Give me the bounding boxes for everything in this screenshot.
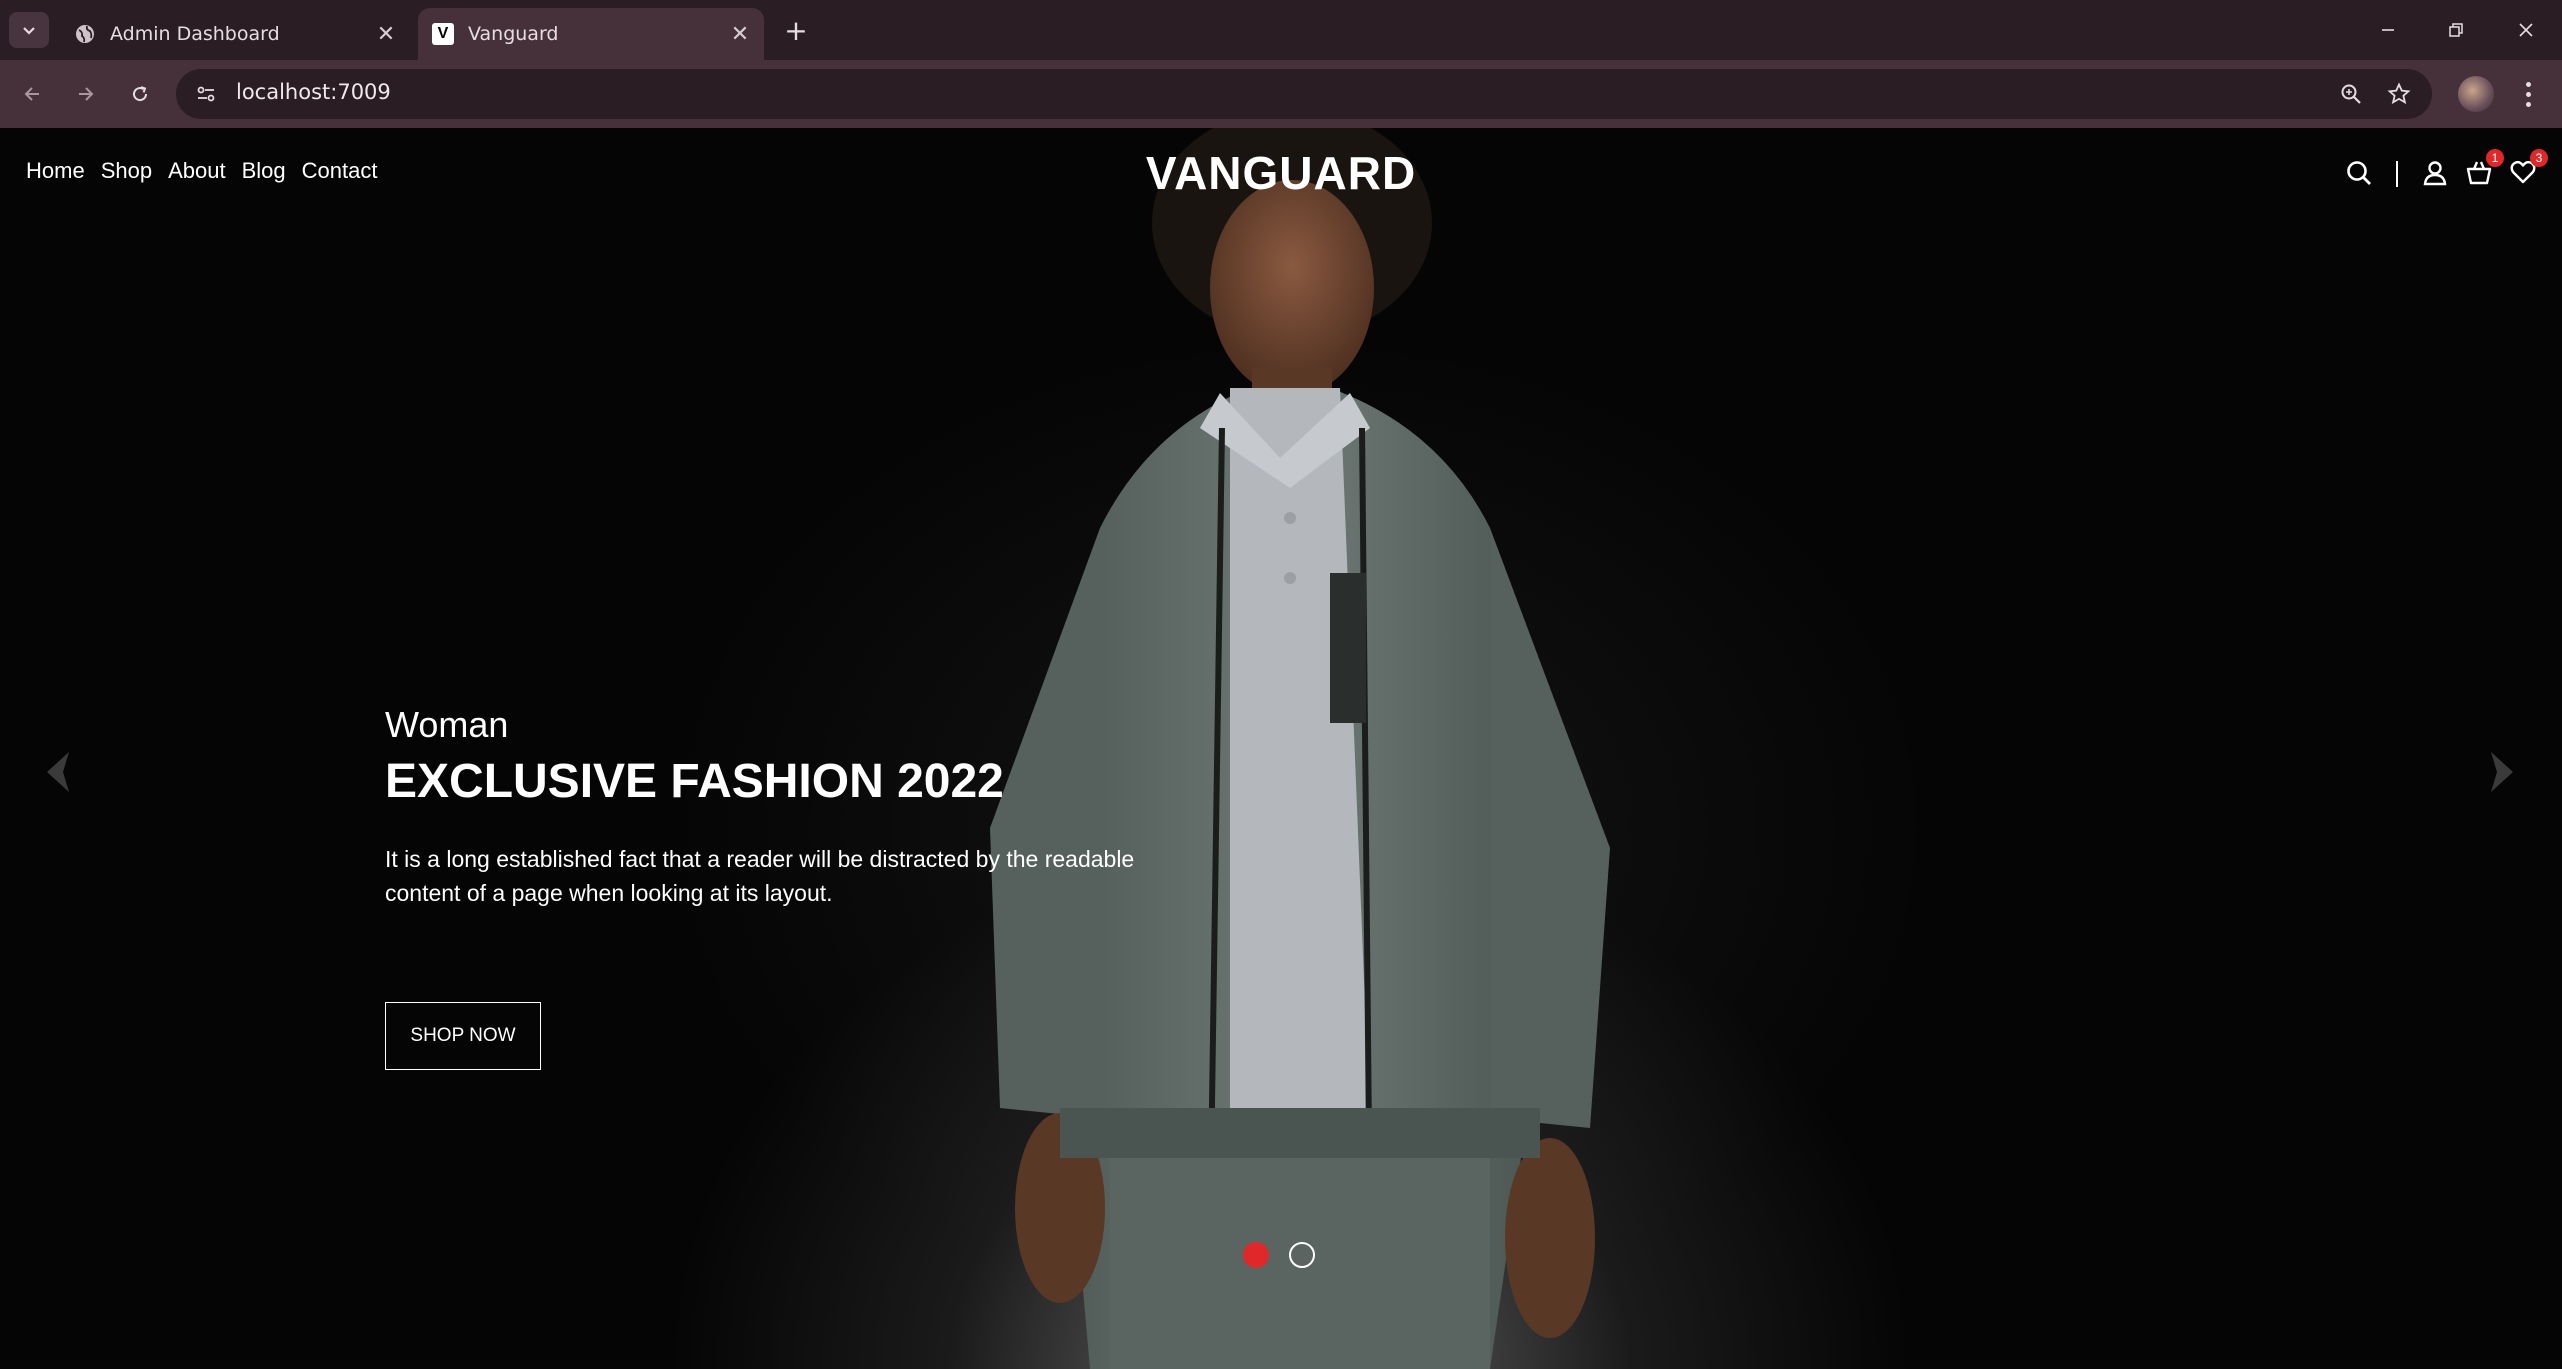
nav-about[interactable]: About: [168, 158, 226, 184]
close-icon[interactable]: ✕: [726, 22, 754, 47]
heart-icon[interactable]: 3: [2506, 149, 2548, 189]
nav-shop[interactable]: Shop: [101, 158, 152, 184]
cart-count-badge: 1: [2486, 149, 2504, 167]
hero-description: It is a long established fact that a rea…: [385, 846, 1135, 906]
close-window-button[interactable]: [2496, 10, 2556, 50]
address-bar[interactable]: localhost:7009: [176, 69, 2432, 119]
user-icon[interactable]: [2418, 156, 2452, 190]
nav-blog[interactable]: Blog: [242, 158, 286, 184]
minimize-button[interactable]: [2358, 10, 2418, 50]
minimize-icon: [2382, 29, 2394, 31]
slider-prev-button[interactable]: [34, 742, 84, 802]
hero-title: EXCLUSIVE FASHION 2022: [385, 755, 1004, 808]
new-tab-button[interactable]: +: [780, 14, 812, 47]
shop-now-button[interactable]: SHOP NOW: [385, 1002, 541, 1070]
arrow-left-icon: [24, 87, 39, 101]
arrow-right-icon: [79, 87, 94, 101]
reload-icon: [133, 86, 148, 102]
wishlist-count-badge: 3: [2530, 149, 2548, 167]
slider-dot-2[interactable]: [1289, 1242, 1315, 1268]
nav-contact[interactable]: Contact: [302, 158, 378, 184]
slider-next-button[interactable]: [2476, 742, 2526, 802]
restore-icon: [2449, 23, 2463, 37]
tab-title: Admin Dashboard: [110, 23, 280, 45]
zoom-icon[interactable]: [2336, 79, 2366, 109]
forward-button[interactable]: [66, 74, 106, 114]
tab-admin-dashboard[interactable]: Admin Dashboard ✕: [60, 8, 410, 60]
site-info-icon[interactable]: [190, 78, 222, 110]
reload-button[interactable]: [120, 74, 160, 114]
main-nav: Home Shop About Blog Contact: [26, 158, 377, 184]
browser-tab-bar: Admin Dashboard ✕ V Vanguard ✕ +: [0, 0, 2562, 60]
tab-vanguard[interactable]: V Vanguard ✕: [418, 8, 764, 60]
back-button[interactable]: [12, 74, 52, 114]
chevron-left-icon: [47, 752, 69, 792]
hero-subtitle: Woman: [385, 704, 509, 745]
slider-dot-1[interactable]: [1243, 1242, 1269, 1268]
chevron-down-icon: [23, 27, 35, 35]
hero-slider: Home Shop About Blog Contact VANGUARD 1 …: [0, 128, 2562, 1369]
cart-icon[interactable]: 1: [2462, 149, 2504, 189]
hero-model-image: [990, 128, 1610, 1369]
tab-search-button[interactable]: [9, 12, 49, 48]
vanguard-favicon: V: [432, 23, 454, 45]
browser-toolbar: localhost:7009: [0, 60, 2562, 128]
url-text[interactable]: localhost:7009: [236, 80, 391, 104]
restore-button[interactable]: [2426, 10, 2486, 50]
search-icon[interactable]: [2342, 156, 2376, 190]
tab-title: Vanguard: [468, 23, 559, 45]
nav-home[interactable]: Home: [26, 158, 85, 184]
header-divider: [2396, 161, 2398, 187]
close-icon[interactable]: ✕: [372, 22, 400, 47]
globe-icon: [74, 23, 96, 45]
close-icon: [2519, 23, 2533, 37]
browser-menu-icon[interactable]: [2512, 74, 2544, 114]
favicon-letter: V: [437, 25, 449, 42]
bookmark-star-icon[interactable]: [2384, 79, 2414, 109]
chevron-right-icon: [2491, 752, 2513, 792]
profile-avatar[interactable]: [2458, 76, 2494, 112]
